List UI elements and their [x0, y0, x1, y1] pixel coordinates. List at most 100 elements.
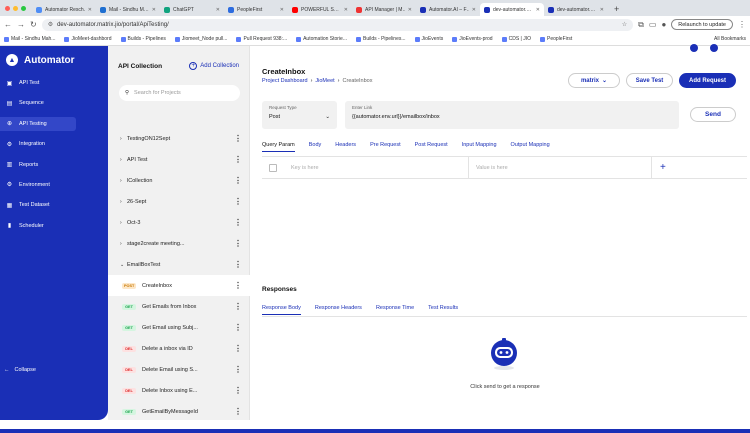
- collection-folder[interactable]: › Oct-3 ⋮: [108, 212, 250, 233]
- close-tab-icon[interactable]: ✕: [216, 7, 220, 13]
- bookmark-item[interactable]: JioEvents: [414, 36, 443, 42]
- menu-icon[interactable]: ⋮: [738, 20, 746, 29]
- request-item[interactable]: DEL Delete a inbox via ID ⋮: [108, 338, 250, 359]
- more-options-icon[interactable]: ⋮: [234, 302, 242, 311]
- close-tab-icon[interactable]: ✕: [280, 7, 284, 13]
- collection-folder[interactable]: › stage2create meeting... ⋮: [108, 233, 250, 254]
- extensions-icon[interactable]: ⧉: [638, 20, 644, 30]
- sidebar-item-environment[interactable]: ⚙ Environment: [0, 178, 108, 192]
- sidepanel-icon[interactable]: ▭: [649, 20, 657, 29]
- relaunch-button[interactable]: Relaunch to update: [671, 19, 733, 30]
- notification-icon[interactable]: [690, 44, 698, 52]
- maximize-window-button[interactable]: [21, 6, 26, 11]
- close-tab-icon[interactable]: ✕: [344, 7, 348, 13]
- tab-test-results[interactable]: Test Results: [428, 305, 458, 315]
- more-options-icon[interactable]: ⋮: [234, 239, 242, 248]
- project-search-input[interactable]: ⚲ Search for Projects: [119, 85, 240, 101]
- more-options-icon[interactable]: ⋮: [234, 218, 242, 227]
- more-options-icon[interactable]: ⋮: [234, 155, 242, 164]
- address-bar[interactable]: ⚙ dev-automator.matrix.jio/portal/ApiTes…: [41, 18, 634, 31]
- value-input[interactable]: Value is here: [476, 165, 508, 171]
- request-type-select[interactable]: Request Type Post ⌄: [262, 101, 337, 129]
- browser-tab[interactable]: Automator Resch… ✕: [32, 3, 96, 16]
- breadcrumb-project-dashboard[interactable]: Project Dashboard: [262, 78, 308, 84]
- close-tab-icon[interactable]: ✕: [88, 7, 92, 13]
- bookmark-star-icon[interactable]: ☆: [622, 21, 627, 28]
- collection-folder[interactable]: ⌄ EmailBoxTest ⋮: [108, 254, 250, 275]
- tab-query-param[interactable]: Query Param: [262, 142, 295, 152]
- close-tab-icon[interactable]: ✕: [472, 7, 476, 13]
- more-options-icon[interactable]: ⋮: [234, 386, 242, 395]
- send-button[interactable]: Send: [690, 107, 736, 122]
- bookmark-item[interactable]: PeopleFirst: [540, 36, 572, 42]
- more-options-icon[interactable]: ⋮: [234, 344, 242, 353]
- param-checkbox[interactable]: [269, 163, 277, 172]
- reload-icon[interactable]: ↻: [30, 20, 37, 29]
- browser-tab[interactable]: dev-automator.… ✕: [544, 3, 608, 16]
- minimize-window-button[interactable]: [13, 6, 18, 11]
- sidebar-item-integration[interactable]: ⚙ Integration: [0, 137, 108, 151]
- add-collection-button[interactable]: + Add Collection: [189, 62, 239, 70]
- request-item[interactable]: POST CreateInbox ⋮: [108, 275, 250, 296]
- more-options-icon[interactable]: ⋮: [234, 260, 242, 269]
- bookmark-item[interactable]: JioMeet-dashbord: [64, 36, 112, 42]
- sidebar-item-test-dataset[interactable]: ▦ Test Dataset: [0, 198, 108, 212]
- collection-folder[interactable]: › TestingON12Sept ⋮: [108, 128, 250, 149]
- user-avatar[interactable]: [710, 44, 718, 52]
- close-tab-icon[interactable]: ✕: [600, 7, 604, 13]
- sidebar-item-reports[interactable]: ▥ Reports: [0, 158, 108, 172]
- bookmark-item[interactable]: Pull Request 938:...: [236, 36, 287, 42]
- sidebar-item-sequence[interactable]: ▤ Sequence: [0, 96, 108, 110]
- breadcrumb-jiomeet[interactable]: JioMeet: [315, 78, 334, 84]
- request-item[interactable]: GET GetEmailByMessageId ⋮: [108, 401, 250, 422]
- browser-tab[interactable]: Automator.AI – F… ✕: [416, 3, 480, 16]
- tab-body[interactable]: Body: [309, 142, 322, 152]
- tab-headers[interactable]: Headers: [335, 142, 356, 152]
- request-item[interactable]: GET Get Email using Subj... ⋮: [108, 317, 250, 338]
- tab-input-mapping[interactable]: Input Mapping: [462, 142, 497, 152]
- sidebar-item-scheduler[interactable]: ▮ Scheduler: [0, 219, 108, 233]
- bookmark-item[interactable]: Jiomeet_Node pull...: [174, 36, 227, 42]
- tab-post-request[interactable]: Post Request: [415, 142, 448, 152]
- more-options-icon[interactable]: ⋮: [234, 134, 242, 143]
- save-test-button[interactable]: Save Test: [626, 73, 673, 88]
- collection-folder[interactable]: › lCollection ⋮: [108, 170, 250, 191]
- tab-pre-request[interactable]: Pre Request: [370, 142, 401, 152]
- add-request-button[interactable]: Add Request: [679, 73, 736, 88]
- new-tab-button[interactable]: +: [608, 4, 625, 16]
- collection-folder[interactable]: › 26-Sept ⋮: [108, 191, 250, 212]
- more-options-icon[interactable]: ⋮: [234, 281, 242, 290]
- browser-tab[interactable]: ChatGPT ✕: [160, 3, 224, 16]
- browser-tab[interactable]: dev-automator.… ✕: [480, 3, 544, 16]
- all-bookmarks[interactable]: All Bookmarks: [714, 36, 746, 42]
- bookmark-item[interactable]: Automation Storie...: [296, 36, 347, 42]
- request-item[interactable]: GET Get Emails from Inbox ⋮: [108, 296, 250, 317]
- request-item[interactable]: DEL Delete Email using S... ⋮: [108, 359, 250, 380]
- collection-folder[interactable]: › API Test ⋮: [108, 149, 250, 170]
- close-tab-icon[interactable]: ✕: [152, 7, 156, 13]
- bookmark-item[interactable]: Mail - Sindhu Mah...: [4, 36, 55, 42]
- request-item[interactable]: DEL Delete Inbox using E... ⋮: [108, 380, 250, 401]
- add-param-icon[interactable]: +: [660, 162, 666, 173]
- browser-tab[interactable]: PeopleFirst ✕: [224, 3, 288, 16]
- tab-response-headers[interactable]: Response Headers: [315, 305, 362, 315]
- close-tab-icon[interactable]: ✕: [536, 7, 540, 13]
- sidebar-item-api-testing[interactable]: ⊕ API Testing: [0, 116, 76, 131]
- more-options-icon[interactable]: ⋮: [234, 323, 242, 332]
- tab-response-time[interactable]: Response Time: [376, 305, 414, 315]
- environment-select[interactable]: matrix ⌄: [568, 73, 620, 88]
- back-icon[interactable]: ←: [4, 20, 12, 29]
- site-info-icon[interactable]: ⚙: [48, 21, 53, 28]
- tab-response-body[interactable]: Response Body: [262, 305, 301, 315]
- collapse-button[interactable]: ← Collapse: [4, 367, 36, 373]
- more-options-icon[interactable]: ⋮: [234, 365, 242, 374]
- tab-output-mapping[interactable]: Output Mapping: [511, 142, 550, 152]
- bookmark-item[interactable]: JioEvents-prod: [452, 36, 493, 42]
- more-options-icon[interactable]: ⋮: [234, 407, 242, 416]
- close-tab-icon[interactable]: ✕: [408, 7, 412, 13]
- more-options-icon[interactable]: ⋮: [234, 176, 242, 185]
- bookmark-item[interactable]: CDS | JIO: [501, 36, 531, 42]
- profile-icon[interactable]: ●: [661, 20, 666, 29]
- key-input[interactable]: Key is here: [291, 165, 319, 171]
- browser-tab[interactable]: POWERFUL S… ✕: [288, 3, 352, 16]
